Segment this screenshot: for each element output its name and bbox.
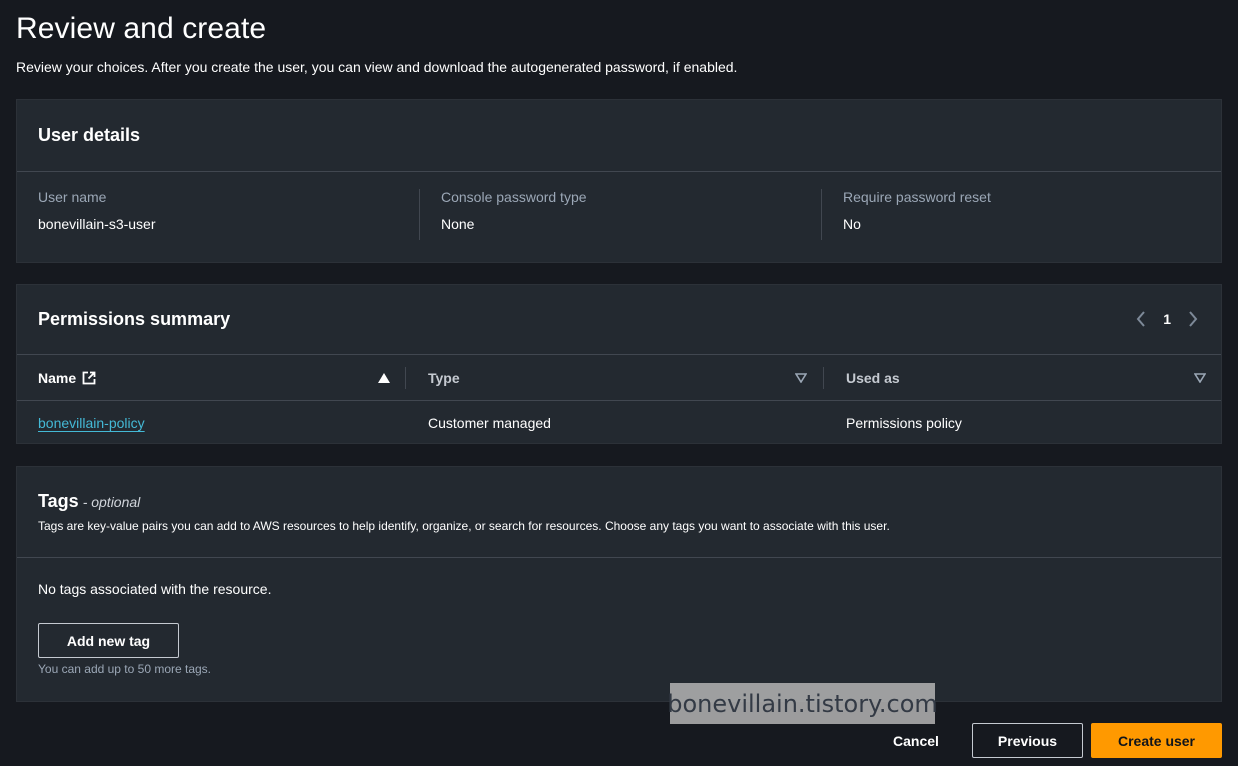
tags-description: Tags are key-value pairs you can add to …: [38, 519, 890, 533]
policy-type-cell: Customer managed: [428, 415, 551, 431]
user-details-header: User details: [17, 100, 1221, 172]
external-link-icon: [82, 371, 96, 385]
watermark: bonevillain.tistory.com: [667, 683, 938, 724]
pagination: 1: [1133, 309, 1201, 329]
tags-limit-hint: You can add up to 50 more tags.: [38, 662, 212, 676]
column-header-name[interactable]: Name: [38, 355, 96, 401]
user-details-title: User details: [38, 125, 141, 145]
column-header-used-as[interactable]: Used as: [846, 355, 900, 401]
chevron-left-icon[interactable]: [1133, 309, 1149, 329]
tags-title-label: Tags: [38, 491, 79, 511]
policy-name-link[interactable]: bonevillain-policy: [38, 415, 145, 431]
chevron-right-icon[interactable]: [1185, 309, 1201, 329]
page-description: Review your choices. After you create th…: [16, 59, 738, 75]
column-header-label: Type: [428, 370, 460, 386]
detail-require-password-reset: Require password reset No: [843, 189, 991, 239]
cancel-button[interactable]: Cancel: [872, 723, 960, 758]
permissions-header: Permissions summary 1: [17, 285, 1221, 355]
tags-title: Tags - optional: [38, 491, 140, 512]
page-number[interactable]: 1: [1163, 311, 1171, 327]
permissions-summary-card: Permissions summary 1 Name Type Used as …: [16, 284, 1222, 444]
detail-value: None: [441, 216, 475, 232]
page-title: Review and create: [16, 12, 267, 45]
no-tags-message: No tags associated with the resource.: [38, 581, 272, 597]
column-header-label: Name: [38, 370, 77, 386]
sort-ascending-icon[interactable]: [377, 371, 391, 385]
policy-name-cell: bonevillain-policy: [38, 415, 145, 431]
create-user-button[interactable]: Create user: [1091, 723, 1222, 758]
detail-label: Require password reset: [843, 189, 991, 205]
tags-optional-label: - optional: [82, 494, 141, 510]
policy-used-as-cell: Permissions policy: [846, 415, 962, 431]
table-row: bonevillain-policy Customer managed Perm…: [17, 401, 1221, 445]
detail-console-password-type: Console password type None: [441, 189, 587, 239]
permissions-title: Permissions summary: [38, 309, 231, 329]
table-header: Name Type Used as: [17, 355, 1221, 401]
user-details-card: User details User name bonevillain-s3-us…: [16, 99, 1222, 263]
column-divider: [823, 367, 824, 389]
detail-value: bonevillain-s3-user: [38, 216, 156, 232]
tags-header: Tags - optional Tags are key-value pairs …: [17, 467, 1221, 558]
column-divider: [821, 189, 822, 240]
column-divider: [405, 367, 406, 389]
sort-descending-icon[interactable]: [794, 371, 808, 385]
add-new-tag-button[interactable]: Add new tag: [38, 623, 179, 658]
tags-card: Tags - optional Tags are key-value pairs …: [16, 466, 1222, 702]
column-header-type[interactable]: Type: [428, 355, 460, 401]
detail-user-name: User name bonevillain-s3-user: [38, 189, 156, 239]
detail-value: No: [843, 216, 861, 232]
detail-label: User name: [38, 189, 107, 205]
column-divider: [419, 189, 420, 240]
column-header-label: Used as: [846, 370, 900, 386]
previous-button[interactable]: Previous: [972, 723, 1083, 758]
sort-descending-icon[interactable]: [1193, 371, 1207, 385]
detail-label: Console password type: [441, 189, 587, 205]
